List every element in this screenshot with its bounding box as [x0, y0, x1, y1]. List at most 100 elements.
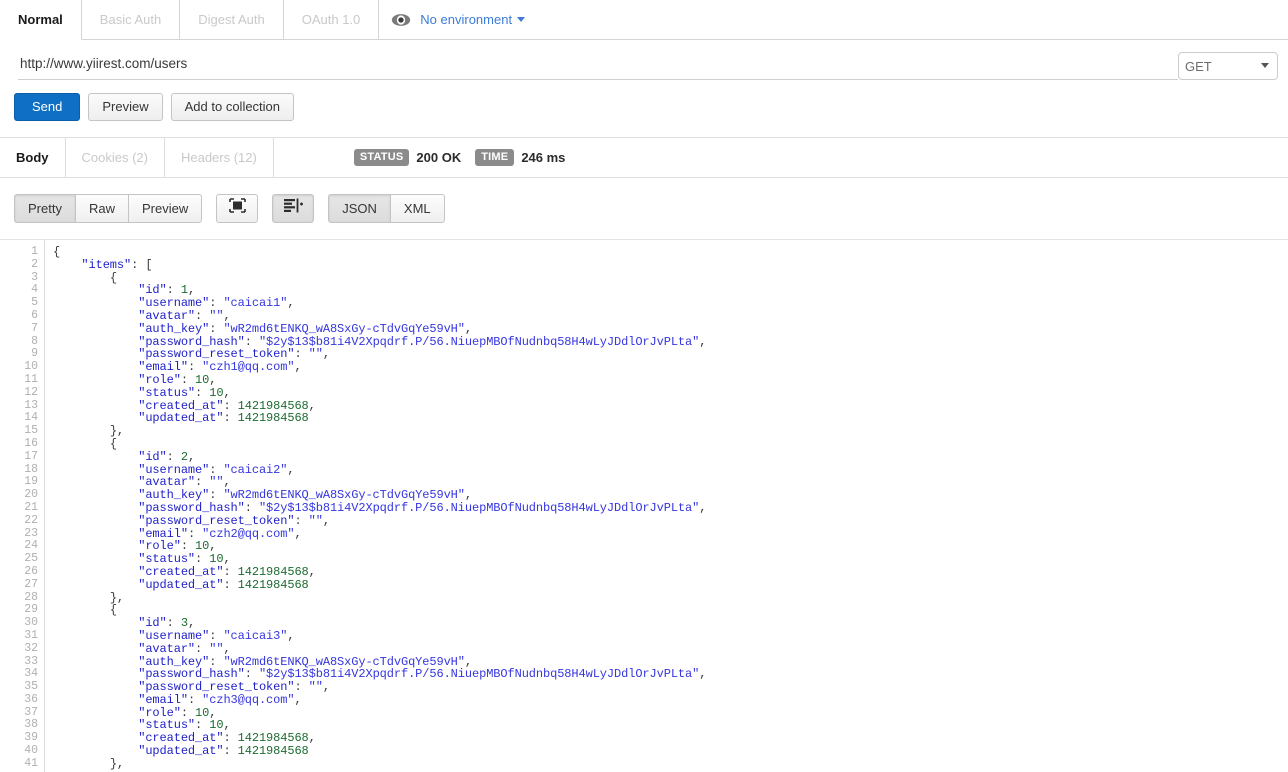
format-raw-button[interactable]: Raw — [74, 194, 128, 223]
code-token: "" — [308, 513, 323, 528]
code-token: , — [308, 731, 316, 746]
code-token: , — [294, 360, 302, 375]
tab-cookies-label: Cookies (2) — [81, 150, 148, 165]
code-line: "updated_at": 1421984568 — [53, 412, 1288, 425]
code-line: { — [53, 438, 1288, 451]
code-token: , — [699, 334, 707, 349]
line-number: 31 — [24, 628, 38, 642]
fullscreen-button[interactable] — [216, 194, 259, 223]
auth-tab-bar: Normal Basic Auth Digest Auth OAuth 1.0 … — [0, 0, 1288, 40]
chevron-down-icon — [517, 17, 526, 22]
line-number-gutter: 1 2 3 4 5 6 7 8 9 10 11 12 13 14 15 16 17 18 19 20 21 22 23 24 2… — [0, 240, 45, 772]
code-line: "role": 10, — [53, 540, 1288, 553]
line-number: 32 — [24, 641, 38, 655]
code-token: 1421984568 — [237, 411, 309, 426]
tab-body[interactable]: Body — [0, 138, 66, 177]
code-token: , — [308, 564, 316, 579]
tab-body-label: Body — [16, 150, 49, 165]
eye-icon[interactable] — [391, 13, 411, 27]
code-token: 1421984568 — [237, 577, 309, 592]
request-action-row: Send Preview Add to collection — [0, 80, 1288, 121]
line-number: 2 — [31, 257, 38, 271]
line-number: 30 — [24, 616, 38, 630]
line-number: 1 — [31, 245, 38, 258]
response-format-toolbar: Pretty Raw Preview JSON XML — [0, 178, 1288, 237]
code-line: "updated_at": 1421984568 — [53, 577, 1288, 592]
code-token: , — [699, 667, 707, 682]
format-preview-button[interactable]: Preview — [127, 194, 203, 223]
code-line: "username": "caicai1", — [53, 297, 1288, 310]
fullscreen-button-group — [216, 194, 259, 223]
url-input[interactable] — [18, 52, 1178, 80]
wrap-lines-icon — [283, 195, 304, 222]
code-token: "updated_at" — [138, 577, 224, 592]
code-line: "updated_at": 1421984568 — [53, 745, 1288, 758]
code-token: : [ — [131, 257, 153, 272]
code-token: , — [322, 347, 330, 362]
code-line: }, — [53, 756, 1288, 771]
code-line: "role": 10, — [53, 706, 1288, 720]
line-number: 6 — [31, 308, 38, 322]
line-number: 26 — [24, 564, 38, 578]
line-number: 40 — [24, 744, 38, 758]
time-badge: TIME — [475, 149, 515, 166]
code-token: : — [223, 577, 238, 592]
status-badge: STATUS — [353, 149, 410, 166]
code-token: , — [287, 296, 295, 311]
tab-normal-label: Normal — [18, 12, 63, 27]
wrap-lines-button-group — [272, 194, 315, 223]
environment-label: No environment — [420, 12, 513, 27]
environment-zone: No environment — [379, 0, 1288, 40]
code-line: "email": "czh3@qq.com", — [53, 692, 1288, 707]
code-token: : — [223, 411, 238, 426]
format-button-group: Pretty Raw Preview — [14, 194, 203, 223]
tab-oauth-1[interactable]: OAuth 1.0 — [283, 0, 380, 40]
code-line: "email": "czh2@qq.com", — [53, 527, 1288, 541]
language-button-group: JSON XML — [328, 194, 445, 223]
language-json-button[interactable]: JSON — [328, 194, 390, 223]
code-token: , — [287, 462, 295, 477]
send-button[interactable]: Send — [14, 93, 81, 121]
line-number: 12 — [24, 385, 38, 399]
tab-digest-auth-label: Digest Auth — [198, 12, 265, 27]
request-url-row: GET — [0, 40, 1288, 80]
code-token: , — [287, 628, 295, 643]
code-token: "" — [308, 680, 323, 695]
tab-normal[interactable]: Normal — [0, 0, 82, 40]
wrap-lines-button[interactable] — [272, 194, 315, 223]
line-number: 25 — [24, 552, 38, 566]
line-number: 7 — [31, 321, 38, 335]
line-number: 41 — [24, 756, 38, 770]
language-xml-button[interactable]: XML — [389, 194, 445, 223]
code-token: , — [322, 680, 330, 695]
auth-tabs: Normal Basic Auth Digest Auth OAuth 1.0 — [0, 0, 380, 40]
tab-headers[interactable]: Headers (12) — [165, 138, 274, 177]
time-value: 246 ms — [521, 150, 566, 165]
response-body-viewer[interactable]: 1 2 3 4 5 6 7 8 9 10 11 12 13 14 15 16 17 18 19 20 21 22 23 24 2… — [0, 239, 1288, 772]
preview-request-button[interactable]: Preview — [88, 93, 163, 121]
tab-cookies[interactable]: Cookies (2) — [66, 138, 165, 177]
http-method-select[interactable]: GET — [1178, 52, 1278, 80]
code-line: "username": "caicai3", — [53, 630, 1288, 643]
code-token: "caicai1" — [223, 296, 288, 311]
line-number: 35 — [24, 680, 38, 694]
environment-selector[interactable]: No environment — [420, 12, 526, 27]
tab-basic-auth[interactable]: Basic Auth — [81, 0, 181, 40]
format-pretty-button[interactable]: Pretty — [14, 194, 75, 223]
code-token: : — [223, 744, 238, 759]
add-to-collection-button[interactable]: Add to collection — [170, 93, 295, 121]
code-token: }, — [109, 756, 125, 771]
code-token: "caicai2" — [223, 462, 288, 477]
tab-headers-label: Headers (12) — [180, 150, 257, 165]
status-value: 200 OK — [416, 150, 462, 165]
code-token: , — [294, 692, 302, 707]
line-number: 27 — [24, 577, 38, 591]
code-line: { — [53, 604, 1288, 617]
json-code-area[interactable]: { "items": [ { "id": 1, "username": "cai… — [45, 240, 1288, 772]
code-token: "caicai3" — [223, 628, 288, 643]
line-number: 11 — [24, 372, 38, 386]
tab-digest-auth[interactable]: Digest Auth — [180, 0, 284, 40]
code-token: "updated_at" — [138, 744, 224, 759]
code-line: { — [53, 271, 1288, 285]
